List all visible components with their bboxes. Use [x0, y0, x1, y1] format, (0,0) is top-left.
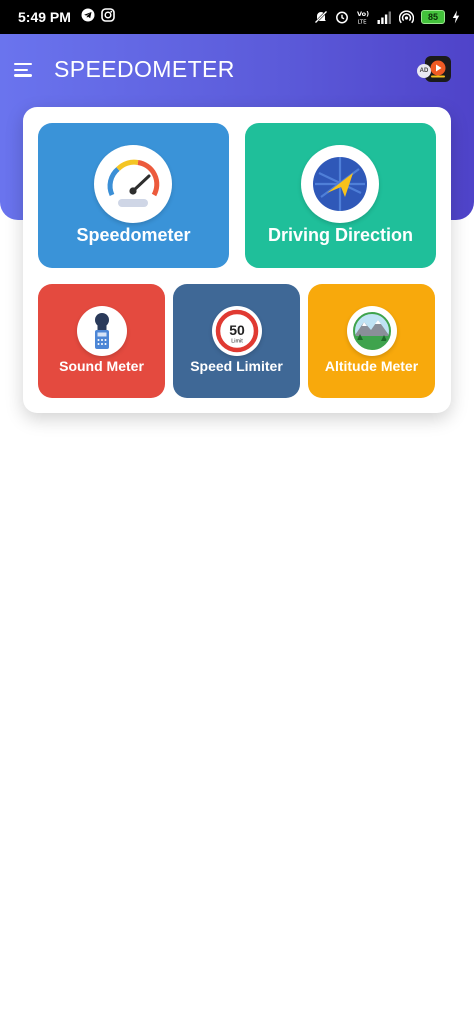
speed-limit-caption: Limit [231, 339, 243, 345]
instagram-icon [101, 7, 115, 27]
volte-icon: Vo) LTE [356, 9, 370, 25]
alarm-icon [335, 10, 349, 24]
battery-icon: 85 [421, 10, 445, 24]
charging-icon [452, 10, 460, 24]
sound-meter-tile[interactable]: Sound Meter [38, 284, 165, 398]
svg-text:Vo): Vo) [357, 10, 369, 18]
telegram-icon [81, 8, 95, 27]
speed-limiter-label: Speed Limiter [190, 358, 283, 374]
altitude-meter-label: Altitude Meter [324, 358, 419, 374]
mute-icon [314, 10, 328, 24]
sound-meter-label: Sound Meter [59, 358, 144, 374]
status-bar: 5:49 PM Vo) LTE 85 [0, 0, 474, 34]
signal-icon [377, 11, 392, 24]
feature-card: Speedometer Driving Direction Sound Mete… [23, 107, 451, 413]
hotspot-icon [399, 10, 414, 24]
hamburger-menu-icon[interactable] [14, 63, 32, 77]
ad-button[interactable]: AD [417, 56, 453, 84]
svg-text:LTE: LTE [358, 20, 368, 26]
speedometer-label: Speedometer [76, 225, 191, 245]
ad-badge: AD [417, 64, 431, 78]
speed-limiter-tile[interactable]: 50 Limit Speed Limiter [173, 284, 300, 398]
navigation-compass-icon [313, 157, 367, 211]
speedometer-tile[interactable]: Speedometer [38, 123, 229, 268]
speedometer-gauge-icon [107, 159, 160, 207]
mountain-icon [353, 312, 391, 350]
driving-direction-tile[interactable]: Driving Direction [245, 123, 436, 268]
altitude-meter-tile[interactable]: Altitude Meter [308, 284, 435, 398]
status-time: 5:49 PM [18, 9, 71, 25]
battery-level: 85 [421, 10, 445, 24]
speed-limit-sign-icon: 50 Limit [215, 309, 259, 353]
speed-limit-value: 50 [229, 322, 245, 338]
sound-meter-icon [95, 313, 109, 349]
app-title: SPEEDOMETER [54, 56, 235, 82]
driving-direction-label: Driving Direction [267, 225, 414, 245]
